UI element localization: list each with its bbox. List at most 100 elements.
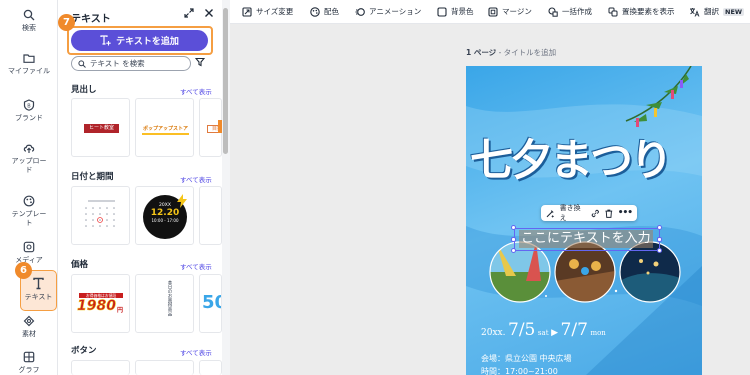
price-template-2[interactable]: 本日のお買得商品 bbox=[135, 274, 194, 333]
section-title-buttons: ボタン bbox=[71, 346, 97, 356]
selection-box[interactable] bbox=[514, 228, 660, 251]
link-icon[interactable] bbox=[591, 209, 600, 218]
rail-label: 素材 bbox=[22, 330, 36, 338]
rail-label: 検索 bbox=[22, 24, 36, 32]
page-label: 1 ページ - タイトルを追加 bbox=[466, 48, 557, 57]
rail-item-upload[interactable]: アップロード bbox=[0, 142, 58, 175]
rail-item-media[interactable]: メディア bbox=[0, 241, 58, 265]
page-number: 1 ページ bbox=[466, 48, 497, 57]
rewrite-button[interactable]: 書き換え bbox=[560, 203, 587, 223]
palette-icon bbox=[310, 6, 320, 17]
toolbar-resize[interactable]: サイズ変更 bbox=[242, 6, 293, 17]
rail-item-my-files[interactable]: マイファイル bbox=[0, 52, 58, 76]
toolbar-animation[interactable]: アニメーション bbox=[355, 6, 421, 17]
close-icon[interactable] bbox=[204, 8, 214, 18]
heading-underline bbox=[142, 133, 189, 135]
rail-label: グラフ bbox=[18, 366, 40, 374]
bulk-create-icon bbox=[548, 6, 558, 17]
toolbar-color-scheme[interactable]: 配色 bbox=[310, 6, 339, 17]
toolbar-label: 一括作成 bbox=[562, 7, 592, 16]
heading-template-text: ポップアップストア bbox=[142, 126, 188, 132]
resize-handle-bottom-left[interactable] bbox=[511, 248, 516, 253]
toolbar-label: 背景色 bbox=[451, 7, 474, 16]
panel-scrollbar[interactable] bbox=[223, 8, 228, 154]
text-icon bbox=[33, 277, 44, 290]
rail-item-charts[interactable]: グラフ bbox=[0, 351, 58, 375]
price-template-1[interactable]: お得価格はお値段 1980 円 bbox=[71, 274, 130, 333]
shapes-icon bbox=[23, 315, 35, 327]
poster-time[interactable]: 時間：17:00~21:00 bbox=[481, 366, 558, 375]
toolbar-label: 置換要素を表示 bbox=[622, 7, 675, 16]
media-icon bbox=[23, 241, 35, 253]
button-template-1[interactable] bbox=[71, 360, 130, 375]
resize-handle-left[interactable] bbox=[511, 237, 516, 242]
rail-label: ブランド bbox=[15, 114, 43, 122]
left-rail: 検索 マイファイル B ブランド アップロード テンプレート メディア テキスト… bbox=[0, 0, 58, 375]
resize-handle-top-right[interactable] bbox=[657, 225, 662, 230]
show-all-headings[interactable]: すべて表示 bbox=[180, 86, 212, 96]
rail-item-brand[interactable]: B ブランド bbox=[0, 99, 58, 123]
floating-context-toolbar: 書き換え ••• bbox=[541, 203, 637, 223]
show-all-buttons[interactable]: すべて表示 bbox=[180, 347, 212, 357]
search-placeholder: テキスト を検索 bbox=[90, 59, 145, 68]
brand-icon: B bbox=[23, 99, 35, 111]
show-all-dates[interactable]: すべて表示 bbox=[180, 174, 212, 184]
upload-icon bbox=[23, 144, 35, 153]
toolbar-label: 配色 bbox=[324, 7, 339, 16]
folder-icon bbox=[23, 54, 35, 63]
rail-label: アップロード bbox=[11, 157, 47, 174]
resize-handle-right[interactable] bbox=[657, 237, 662, 242]
rail-item-templates[interactable]: テンプレート bbox=[0, 195, 58, 228]
more-options-icon[interactable]: ••• bbox=[618, 208, 633, 218]
rail-label: テキスト bbox=[24, 293, 53, 301]
text-search-input[interactable]: テキスト を検索 bbox=[71, 56, 191, 71]
magic-write-icon[interactable] bbox=[546, 209, 555, 218]
arrow-right-icon: ▶ bbox=[551, 328, 558, 338]
toolbar-bg-color[interactable]: 背景色 bbox=[437, 6, 474, 17]
svg-text:B: B bbox=[27, 103, 31, 109]
filter-icon[interactable] bbox=[195, 57, 205, 67]
toolbar-label: マージン bbox=[502, 7, 532, 16]
resize-handle-bottom-right[interactable] bbox=[657, 248, 662, 253]
search-icon bbox=[23, 9, 35, 21]
date-template-2[interactable]: 20XX 12.20 10:00 - 17:00 bbox=[135, 186, 194, 245]
expand-icon[interactable] bbox=[184, 8, 194, 18]
poster-year: 20xx. bbox=[481, 328, 506, 338]
top-toolbar: サイズ変更 配色 アニメーション 背景色 マージン 一括作成 置換要素を表示 翻… bbox=[230, 0, 750, 24]
toolbar-margin[interactable]: マージン bbox=[488, 6, 532, 17]
poster-end-date: 7/7 bbox=[560, 320, 588, 340]
animation-icon bbox=[355, 7, 365, 16]
heading-template-2[interactable]: ポップアップストア bbox=[135, 98, 194, 157]
heading-template-1[interactable]: ヒート教室 bbox=[71, 98, 130, 157]
price-value: 1980 bbox=[77, 298, 117, 315]
show-all-price[interactable]: すべて表示 bbox=[180, 261, 212, 271]
rail-item-elements[interactable]: 素材 bbox=[0, 315, 58, 339]
price-unit: 円 bbox=[117, 307, 124, 314]
section-title-headings: 見出し bbox=[71, 85, 97, 95]
new-badge: NEW bbox=[723, 7, 745, 16]
price-template-3[interactable]: 50 bbox=[199, 274, 222, 333]
rail-item-search[interactable]: 検索 bbox=[0, 9, 58, 33]
search-icon bbox=[78, 59, 86, 68]
section-title-dates: 日付と期間 bbox=[71, 172, 114, 182]
poster-start-day: sat bbox=[537, 329, 549, 337]
rail-label: マイファイル bbox=[8, 67, 50, 75]
section-title-price: 価格 bbox=[71, 260, 89, 270]
delete-icon[interactable] bbox=[605, 209, 613, 218]
date-template-1[interactable] bbox=[71, 186, 130, 245]
button-template-3[interactable] bbox=[199, 360, 222, 375]
date-template-3[interactable] bbox=[199, 186, 222, 245]
toolbar-show-replaceable[interactable]: 置換要素を表示 bbox=[608, 6, 675, 17]
margin-icon bbox=[488, 6, 498, 17]
poster-title[interactable]: 七夕まつり bbox=[470, 126, 673, 188]
poster-venue[interactable]: 会場：県立公園 中央広場 bbox=[481, 353, 572, 364]
toolbar-bulk-create[interactable]: 一括作成 bbox=[548, 6, 592, 17]
toolbar-translate[interactable]: 翻訳 NEW bbox=[689, 6, 745, 17]
poster-date-line[interactable]: 20xx. 7/5 sat ▶ 7/7 mon bbox=[481, 320, 606, 340]
resize-handle-top-left[interactable] bbox=[511, 225, 516, 230]
page-title-input[interactable]: タイトルを追加 bbox=[504, 48, 557, 57]
date-time: 10:00 - 17:00 bbox=[151, 218, 179, 223]
toolbar-label: サイズ変更 bbox=[256, 7, 294, 16]
date-value: 12.20 bbox=[150, 208, 180, 218]
button-template-2[interactable] bbox=[135, 360, 194, 375]
